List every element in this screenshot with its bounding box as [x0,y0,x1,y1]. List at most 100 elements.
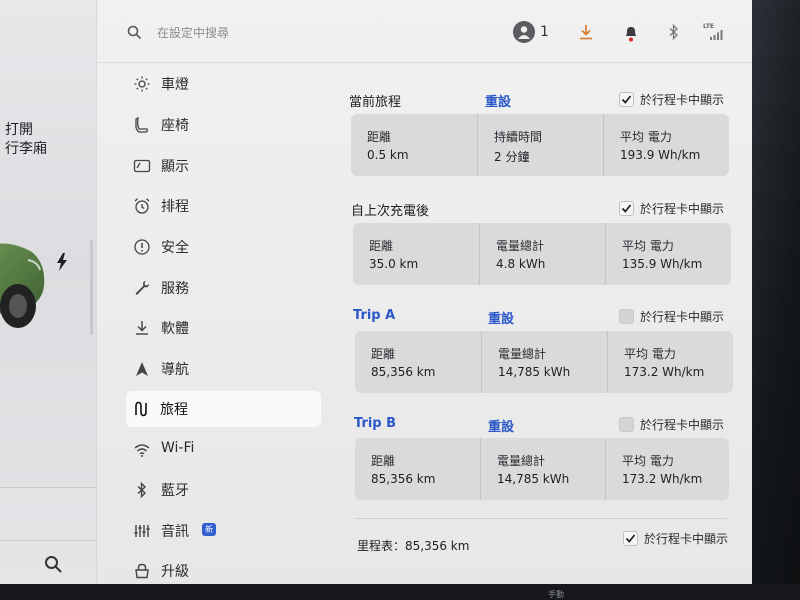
stat-distance: 距離 35.0 km [353,223,479,285]
car-image [0,243,45,328]
driver-profile-button[interactable]: 1 [513,21,553,45]
checkbox-label: 於行程卡中顯示 [640,310,725,324]
charging-bolt-icon[interactable] [55,253,69,271]
trip-icon [135,401,147,417]
menu-item-display[interactable]: 顯示 [127,148,322,184]
stat-value: 2 分鐘 [494,150,530,164]
menu-item-safety[interactable]: 安全 [127,229,322,265]
menu-item-software[interactable]: 軟體 [127,310,322,346]
stat-label: 電量總計 [498,347,547,361]
stat-distance: 距離 85,356 km [355,438,480,500]
odometer-row: 里程表：85,356 km 於行程卡中顯示 [357,531,747,558]
menu-item-label: 排程 [161,199,189,215]
stat-label: 平均 電力 [624,347,676,361]
bell-icon[interactable] [624,24,638,42]
stat-value: 173.2 Wh/km [624,365,705,379]
stat-energy-total: 電量總計 14,785 kWh [481,331,608,393]
stat-value: 135.9 Wh/km [622,257,703,271]
settings-topbar: 1 LTE [97,0,753,63]
stat-label: 距離 [371,454,396,468]
menu-item-audio[interactable]: 音訊 新 [127,513,322,549]
menu-item-label: 導航 [161,362,189,378]
checkbox[interactable] [623,531,638,546]
download-icon [136,321,148,335]
checkbox[interactable] [619,417,634,432]
stat-value: 85,356 km [371,365,436,379]
trip-a-show-on-card-checkbox[interactable]: 於行程卡中顯示 [619,308,737,326]
open-trunk-button[interactable]: 打開 行李廂 [5,121,47,159]
stat-value: 14,785 kWh [497,472,570,486]
stat-value: 85,356 km [371,472,436,486]
since-charge-stats: 距離 35.0 km 電量總計 4.8 kWh 平均 電力 135.9 Wh/k… [353,223,731,285]
odometer-value: 里程表：85,356 km [357,539,470,553]
equalizer-icon [134,525,150,537]
checkbox[interactable] [619,92,634,107]
odometer-show-on-card-checkbox[interactable]: 於行程卡中顯示 [623,530,741,548]
menu-item-trips[interactable]: 旅程 [126,391,321,427]
bluetooth-icon[interactable] [669,24,679,40]
stat-label: 平均 電力 [622,454,674,468]
menu-item-label: 安全 [161,240,189,256]
since-charge-header: 自上次充電後 於行程卡中顯示 [351,197,741,221]
sun-icon [134,76,150,92]
car-search-button[interactable] [0,540,96,585]
menu-item-lights[interactable]: 車燈 [127,66,322,102]
signal-icon [710,30,723,40]
menu-item-schedule[interactable]: 排程 [127,188,322,224]
checkmark-icon [625,534,636,543]
display-icon [133,159,151,173]
stat-duration: 持續時間 2 分鐘 [477,114,604,176]
divider [355,518,727,519]
stat-label: 距離 [371,347,396,361]
stat-label: 距離 [369,239,394,253]
menu-item-navigation[interactable]: 導航 [127,351,322,387]
stat-avg-energy: 平均 電力 135.9 Wh/km [605,223,732,285]
menu-item-label: 服務 [161,281,189,297]
stat-distance: 距離 85,356 km [355,331,481,393]
trip-a-reset-button[interactable]: 重設 [488,308,514,327]
car-view-panel: 打開 行李廂 [0,0,96,584]
stat-avg-energy: 平均 電力 173.2 Wh/km [607,331,732,393]
menu-item-seats[interactable]: 座椅 [127,107,322,143]
trip-a-stats: 距離 85,356 km 電量總計 14,785 kWh 平均 電力 173.2… [355,331,733,393]
stat-value: 0.5 km [367,148,409,162]
checkmark-icon [621,204,632,213]
menu-item-label: 升級 [161,564,189,580]
checkbox[interactable] [619,309,634,324]
stat-label: 平均 電力 [620,130,672,144]
settings-menu: 車燈 座椅 顯示 排程 安全 服務 軟體 導航 旅程 Wi-Fi 藍牙 音訊 新… [97,64,327,584]
current-trip-show-on-card-checkbox[interactable]: 於行程卡中顯示 [619,91,737,109]
trip-a-header: Trip A 重設 於行程卡中顯示 [353,305,743,329]
menu-item-bluetooth[interactable]: 藍牙 [127,472,322,508]
current-trip-reset-button[interactable]: 重設 [485,91,511,110]
menu-item-wifi[interactable]: Wi-Fi [127,432,322,468]
screen-bezel-bottom [0,584,800,600]
bluetooth-icon [137,481,147,499]
trip-b-show-on-card-checkbox[interactable]: 於行程卡中顯示 [619,416,737,434]
menu-item-label: 車燈 [161,77,189,93]
open-trunk-label-line2: 行李廂 [5,141,47,157]
profile-count: 1 [540,24,549,40]
stat-label: 距離 [367,130,392,144]
stat-label: 電量總計 [497,454,546,468]
divider [0,487,96,488]
search-icon [45,556,62,573]
current-trip-stats: 距離 0.5 km 持續時間 2 分鐘 平均 電力 193.9 Wh/km [351,114,729,176]
trip-a-title: Trip A [353,308,396,323]
download-icon[interactable] [579,24,593,40]
stat-value: 14,785 kWh [498,365,571,379]
checkbox[interactable] [619,201,634,216]
alarm-clock-icon [134,198,150,214]
menu-item-label: 顯示 [161,159,189,175]
car-panel-scrollbar[interactable] [90,240,93,335]
menu-item-label: 旅程 [160,402,188,418]
checkbox-label: 於行程卡中顯示 [644,532,729,546]
settings-search-input[interactable] [157,24,417,42]
menu-item-label: 軟體 [161,321,189,337]
menu-item-service[interactable]: 服務 [127,270,322,306]
checkmark-icon [621,95,632,104]
new-badge: 新 [202,523,216,536]
since-charge-show-on-card-checkbox[interactable]: 於行程卡中顯示 [619,200,737,218]
settings-panel: 1 LTE [96,0,753,584]
trip-b-reset-button[interactable]: 重設 [488,416,514,435]
